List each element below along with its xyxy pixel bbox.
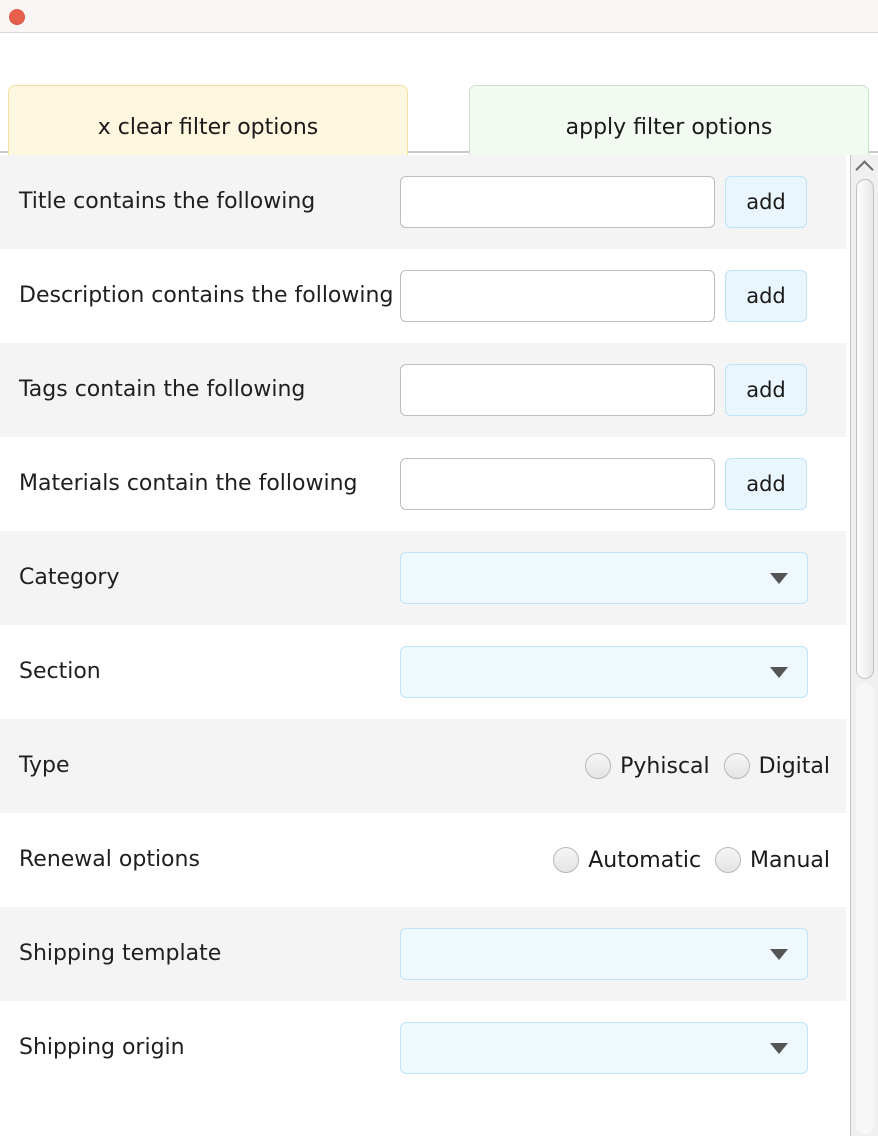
filter-row-control-category — [400, 552, 846, 604]
type-radio-digital[interactable]: Digital — [723, 753, 830, 779]
description-input[interactable] — [400, 270, 715, 322]
title-input[interactable] — [400, 176, 715, 228]
type-radio-group: Pyhiscal Digital — [400, 753, 846, 779]
filter-row-label-shipping-template: Shipping template — [19, 941, 222, 967]
filter-action-bar: x clear filter options apply filter opti… — [0, 33, 878, 170]
filter-row-control-materials: add — [400, 458, 846, 510]
filter-row-label-description: Description contains the following — [19, 283, 394, 309]
scrollbar-track[interactable] — [856, 683, 874, 1134]
chevron-up-icon[interactable] — [851, 158, 878, 176]
filter-row-control-tags: add — [400, 364, 846, 416]
filter-row-section: Section — [0, 625, 846, 719]
filter-row-shipping-template: Shipping template — [0, 907, 846, 1001]
chevron-down-icon — [770, 948, 788, 960]
description-add-button[interactable]: add — [725, 270, 807, 322]
filter-row-control-type: Pyhiscal Digital — [400, 753, 846, 779]
filter-row-label-renewal-options: Renewal options — [19, 847, 200, 873]
filter-row-label-tags: Tags contain the following — [19, 377, 306, 403]
filter-row-control-renewal-options: Automatic Manual — [400, 847, 846, 873]
shipping-origin-select[interactable] — [400, 1022, 808, 1074]
filter-row-title: Title contains the following add — [0, 155, 846, 249]
shipping-template-select[interactable] — [400, 928, 808, 980]
type-radio-pyhiscal[interactable]: Pyhiscal — [585, 753, 710, 779]
filter-row-label-section: Section — [19, 659, 101, 685]
chevron-down-icon — [770, 572, 788, 584]
chevron-down-icon — [770, 666, 788, 678]
chevron-down-icon — [770, 1042, 788, 1054]
close-icon[interactable] — [9, 9, 25, 25]
filter-row-description: Description contains the following add — [0, 249, 846, 343]
materials-add-button[interactable]: add — [725, 458, 807, 510]
materials-input[interactable] — [400, 458, 715, 510]
scrollbar-thumb[interactable] — [856, 179, 874, 679]
filter-row-tags: Tags contain the following add — [0, 343, 846, 437]
radio-button-icon[interactable] — [553, 847, 580, 873]
title-add-button[interactable]: add — [725, 176, 807, 228]
filter-row-label-title: Title contains the following — [19, 189, 316, 215]
filter-row-control-section — [400, 646, 846, 698]
tags-add-button[interactable]: add — [725, 364, 807, 416]
filter-rows-scroll-area: Title contains the following add Descripti… — [0, 155, 878, 1136]
filter-row-materials: Materials contain the following add — [0, 437, 846, 531]
filter-options-window: x clear filter options apply filter opti… — [0, 0, 878, 1136]
tags-input[interactable] — [400, 364, 715, 416]
filter-row-category: Category — [0, 531, 846, 625]
filter-row-control-description: add — [400, 270, 846, 322]
renewal-options-radio-automatic[interactable]: Automatic — [553, 847, 701, 873]
radio-button-icon[interactable] — [723, 753, 750, 779]
filter-rows-list: Title contains the following add Descripti… — [0, 155, 846, 1095]
renewal-options-radio-label-1: Manual — [750, 847, 830, 873]
filter-row-shipping-origin: Shipping origin — [0, 1001, 846, 1095]
window-titlebar — [0, 0, 878, 33]
filter-row-label-shipping-origin: Shipping origin — [19, 1035, 185, 1061]
type-radio-label-0: Pyhiscal — [620, 753, 710, 779]
filter-row-renewal-options: Renewal options Automatic Manual — [0, 813, 846, 907]
section-select[interactable] — [400, 646, 808, 698]
filter-row-label-type: Type — [19, 753, 70, 779]
filter-row-control-title: add — [400, 176, 846, 228]
renewal-options-radio-manual[interactable]: Manual — [715, 847, 830, 873]
category-select[interactable] — [400, 552, 808, 604]
renewal-options-radio-group: Automatic Manual — [400, 847, 846, 873]
radio-button-icon[interactable] — [715, 847, 742, 873]
vertical-scrollbar[interactable] — [850, 155, 878, 1136]
renewal-options-radio-label-0: Automatic — [588, 847, 702, 873]
radio-button-icon[interactable] — [585, 753, 612, 779]
type-radio-label-1: Digital — [758, 753, 830, 779]
filter-row-control-shipping-origin — [400, 1022, 846, 1074]
filter-row-label-materials: Materials contain the following — [19, 471, 358, 497]
filter-row-control-shipping-template — [400, 928, 846, 980]
filter-row-label-category: Category — [19, 565, 120, 591]
filter-row-type: Type Pyhiscal Digital — [0, 719, 846, 813]
